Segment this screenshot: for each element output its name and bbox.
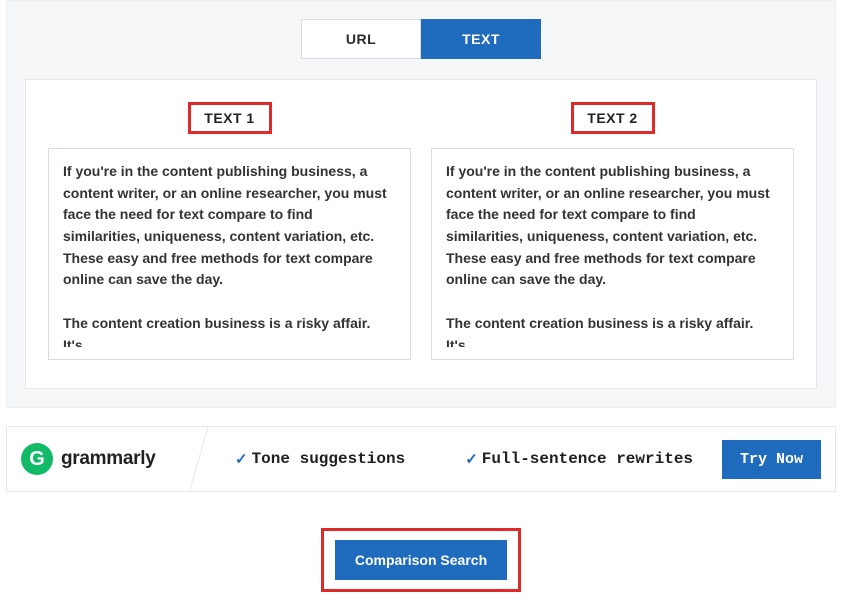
ad-feature-rewrites: ✓ Full-sentence rewrites [465,450,693,469]
textarea-2-container [431,148,794,360]
ad-feature-text: Tone suggestions [252,450,406,468]
column-text-1: TEXT 1 [48,102,411,360]
ad-feature-list: ✓ Tone suggestions ✓ Full-sentence rewri… [185,450,722,469]
ad-logo-block: G grammarly [7,427,185,491]
tab-text[interactable]: TEXT [421,19,541,59]
column-header-highlight: TEXT 1 [188,102,272,134]
ad-feature-text: Full-sentence rewrites [482,450,693,468]
ad-banner-grammarly: G grammarly ✓ Tone suggestions ✓ Full-se… [6,426,836,492]
action-highlight-box: Comparison Search [321,528,521,592]
textarea-1[interactable] [63,161,396,347]
column-header-2: TEXT 2 [587,110,637,126]
ad-brand-name: grammarly [61,448,155,470]
column-header-highlight: TEXT 2 [571,102,655,134]
ad-try-now-button[interactable]: Try Now [722,440,821,479]
check-icon: ✓ [235,450,248,469]
tab-url[interactable]: URL [301,19,421,59]
input-mode-tabs: URL TEXT [25,19,817,59]
textarea-2[interactable] [446,161,779,347]
column-header-1: TEXT 1 [204,110,254,126]
grammarly-logo-icon: G [21,443,53,475]
compare-box: TEXT 1 TEXT 2 [25,79,817,389]
column-text-2: TEXT 2 [431,102,794,360]
tool-panel: URL TEXT TEXT 1 TEXT 2 [6,0,836,408]
textarea-1-container [48,148,411,360]
action-row: Comparison Search [0,528,842,600]
comparison-search-button[interactable]: Comparison Search [335,540,507,580]
check-icon: ✓ [465,450,478,469]
ad-feature-tone: ✓ Tone suggestions [235,450,405,469]
